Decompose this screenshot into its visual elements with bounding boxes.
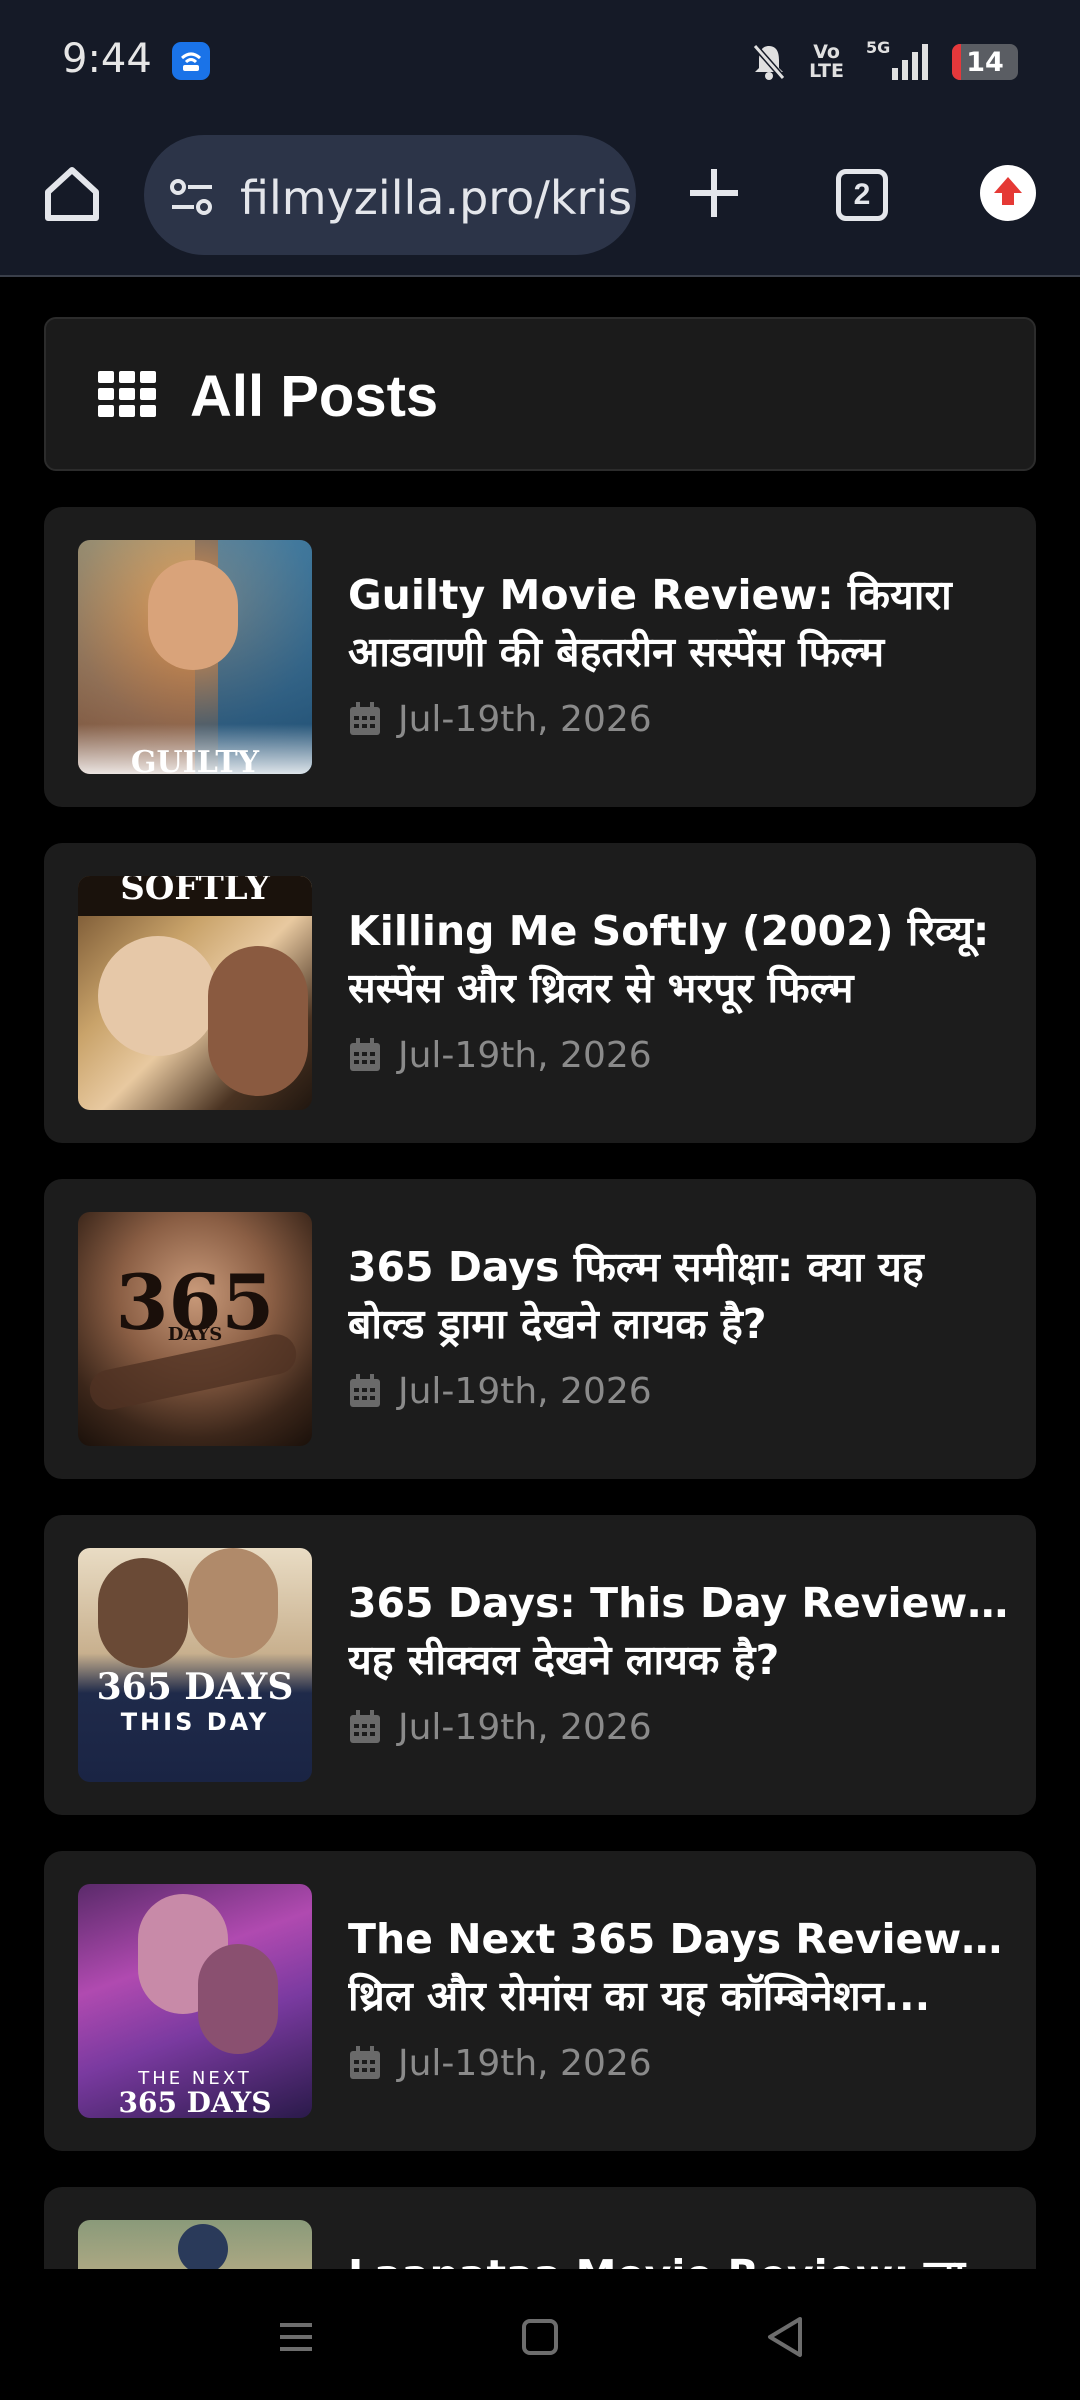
- grid-icon: [98, 371, 156, 417]
- home-square-icon[interactable]: [512, 2309, 568, 2365]
- volte-indicator: Vo LTE: [809, 41, 844, 82]
- status-icons: Vo LTE 5G 14: [751, 38, 1018, 84]
- thumbnail-title: 365 DAYS: [118, 2086, 272, 2118]
- post-title[interactable]: 365 Days फिल्म समीक्षा: क्या यह बोल्ड ड्…: [348, 1239, 1018, 1353]
- post-date: Jul-19th, 2026: [348, 1033, 652, 1077]
- thumbnail-title: SOFTLY: [120, 876, 270, 908]
- post-card[interactable]: THE NEXT 365 DAYS The Next 365 Days Revi…: [44, 1851, 1036, 2151]
- signal-icon: 5G: [866, 38, 930, 82]
- post-thumbnail[interactable]: SOFTLY: [78, 876, 312, 1110]
- post-card[interactable]: 365 DAYS THIS DAY 365 Days: This Day Rev…: [44, 1515, 1036, 1815]
- thumbnail-subtitle: THIS DAY: [120, 1708, 270, 1736]
- thumbnail-title: 365 DAYS: [96, 1666, 294, 1708]
- post-date: Jul-19th, 2026: [348, 2041, 652, 2085]
- post-thumbnail[interactable]: GUILTY: [78, 540, 312, 774]
- post-thumbnail[interactable]: [78, 2220, 312, 2269]
- bell-off-icon: [752, 44, 786, 80]
- site-settings-icon[interactable]: [168, 177, 216, 217]
- calendar-icon: [350, 1038, 380, 1071]
- status-bar: 9:44 Vo LTE 5G 14: [0, 0, 1080, 125]
- all-posts-header: All Posts: [44, 317, 1036, 471]
- battery-icon: 14: [952, 44, 1018, 80]
- back-triangle-icon[interactable]: [758, 2309, 814, 2365]
- post-thumbnail[interactable]: 365 DAYS THIS DAY: [78, 1548, 312, 1782]
- post-title[interactable]: Guilty Movie Review: कियारा आडवाणी की बे…: [348, 567, 1018, 681]
- home-icon[interactable]: [40, 162, 104, 226]
- post-date: Jul-19th, 2026: [348, 1369, 652, 1413]
- battery-level: 14: [966, 47, 1004, 78]
- post-title[interactable]: Laapataa Movie Review: जानें कि: [348, 2247, 1018, 2269]
- thumbnail-title: GUILTY: [130, 745, 260, 774]
- status-time: 9:44: [62, 36, 152, 82]
- calendar-icon: [350, 1374, 380, 1407]
- calendar-icon: [350, 702, 380, 735]
- post-card[interactable]: 365 DAYS 365 Days फिल्म समीक्षा: क्या यह…: [44, 1179, 1036, 1479]
- new-tab-icon[interactable]: [686, 165, 742, 221]
- post-thumbnail[interactable]: THE NEXT 365 DAYS: [78, 1884, 312, 2118]
- post-card[interactable]: SOFTLY Killing Me Softly (2002) रिव्यू: …: [44, 843, 1036, 1143]
- post-title[interactable]: 365 Days: This Day Review: क्या यह सीक्व…: [348, 1575, 1018, 1689]
- menu-icon[interactable]: [268, 2309, 324, 2365]
- url-bar[interactable]: filmyzilla.pro/krish: [144, 135, 636, 255]
- update-icon[interactable]: [980, 165, 1036, 221]
- page-content: All Posts GUILTY Guilty Movie Review: कि…: [0, 279, 1080, 2269]
- calendar-icon: [350, 1710, 380, 1743]
- browser-toolbar: filmyzilla.pro/krish 2: [0, 125, 1080, 277]
- post-card[interactable]: GUILTY Guilty Movie Review: कियारा आडवाण…: [44, 507, 1036, 807]
- calendar-icon: [350, 2046, 380, 2079]
- page-title: All Posts: [190, 364, 439, 429]
- tab-switcher-button[interactable]: 2: [836, 169, 888, 221]
- url-text[interactable]: filmyzilla.pro/krish: [240, 171, 636, 225]
- post-card[interactable]: Laapataa Movie Review: जानें कि: [44, 2187, 1036, 2269]
- hotspot-app-icon: [172, 42, 210, 80]
- post-date: Jul-19th, 2026: [348, 1705, 652, 1749]
- post-date: Jul-19th, 2026: [348, 697, 652, 741]
- system-nav-bar: [0, 2269, 1080, 2400]
- post-title[interactable]: Killing Me Softly (2002) रिव्यू: सस्पेंस…: [348, 903, 1018, 1017]
- post-thumbnail[interactable]: 365 DAYS: [78, 1212, 312, 1446]
- post-title[interactable]: The Next 365 Days Review: क्या थ्रिल और …: [348, 1911, 1018, 2025]
